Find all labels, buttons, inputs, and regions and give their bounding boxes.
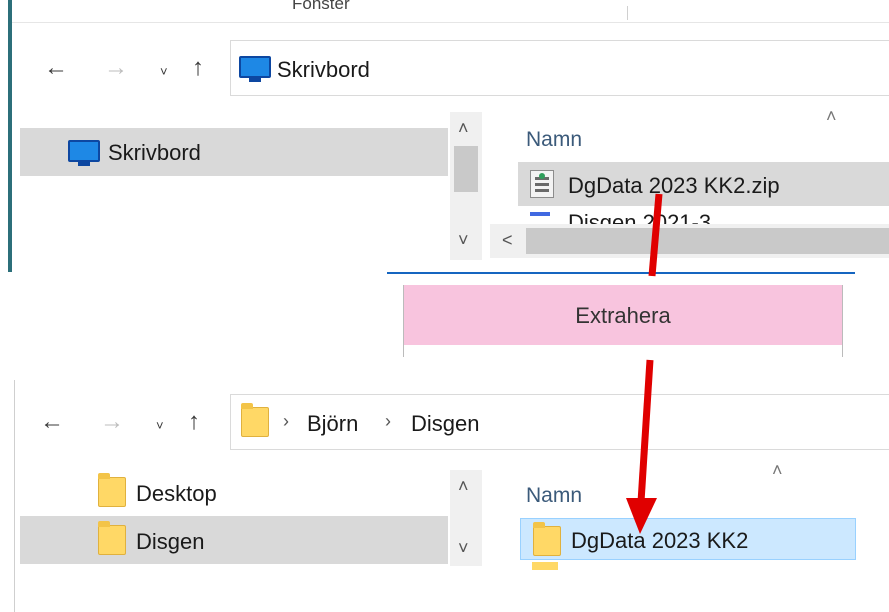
arrow-line-lower [637, 359, 654, 503]
arrow-head [626, 498, 657, 534]
annotation-arrows [626, 193, 663, 534]
arrow-line-upper [648, 193, 663, 277]
